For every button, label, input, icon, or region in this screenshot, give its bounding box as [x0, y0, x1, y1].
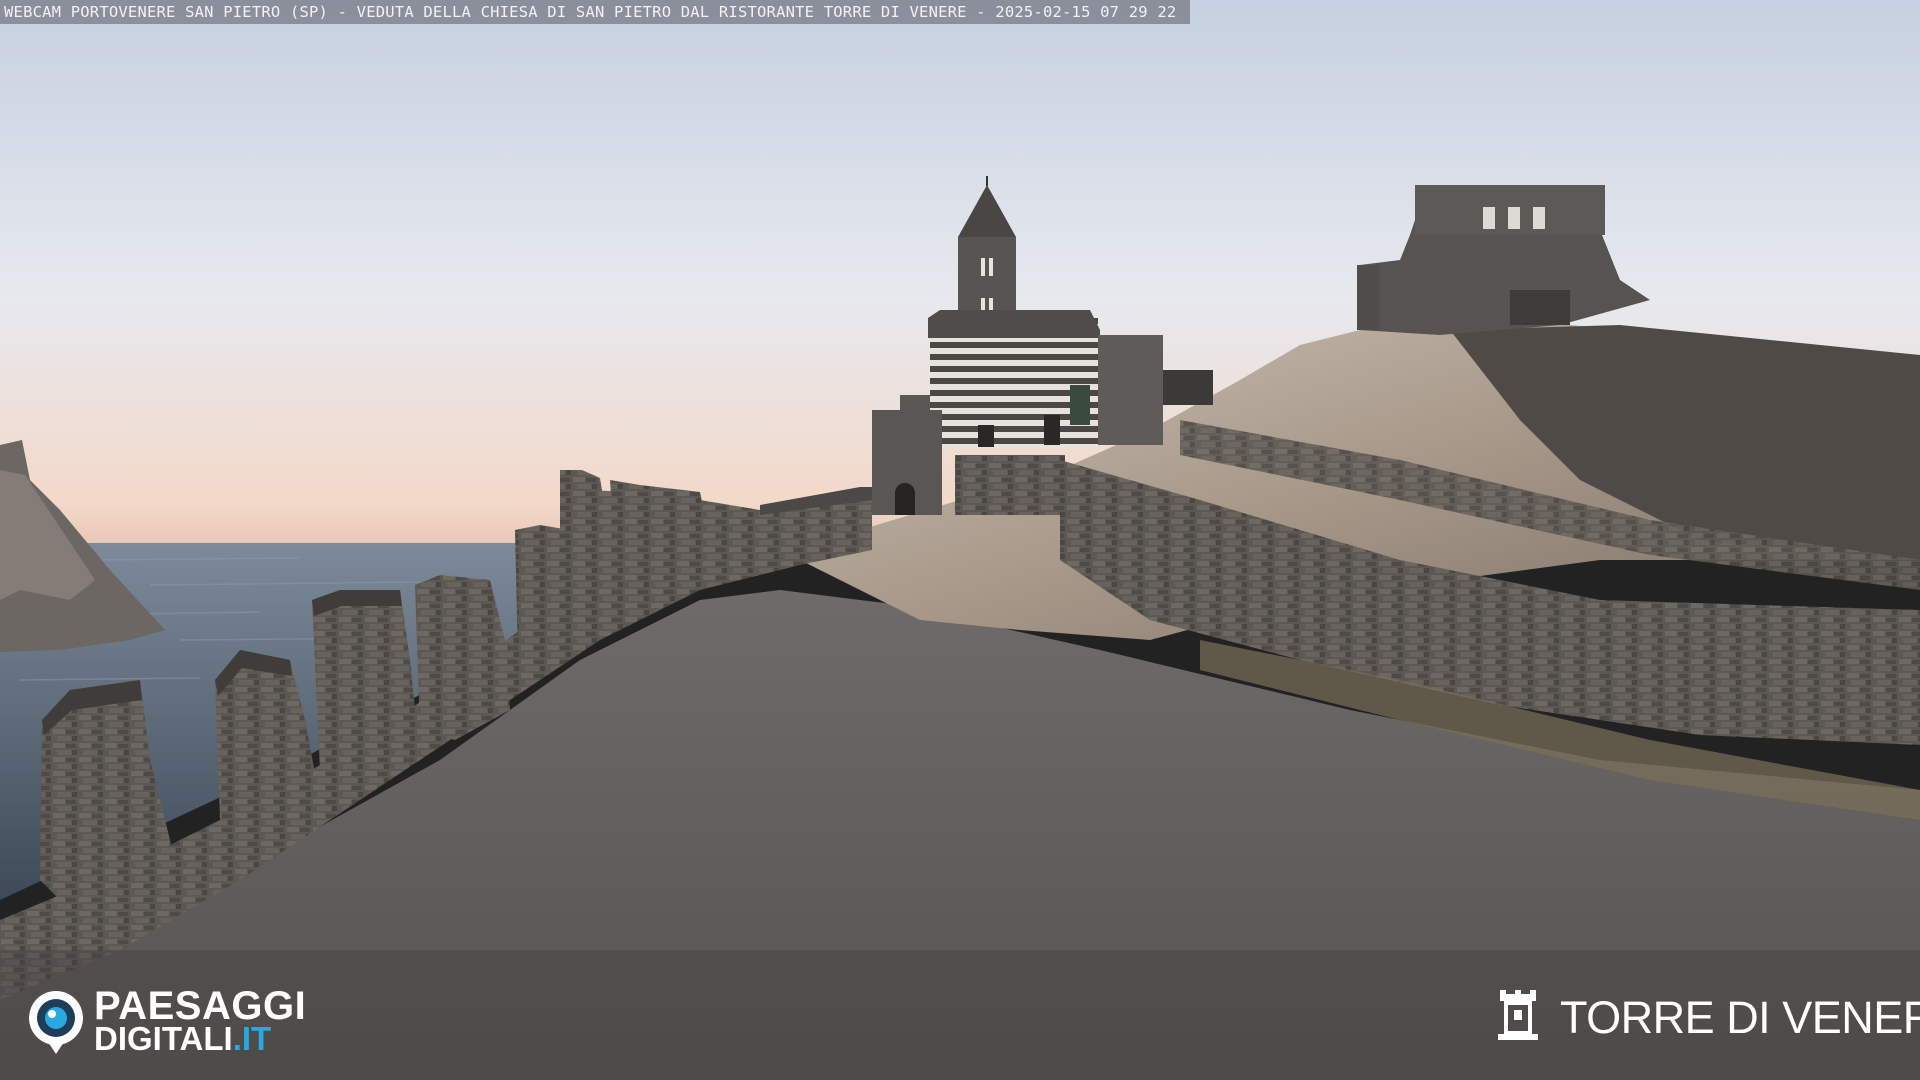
logo-digitali-text: DIGITALI: [94, 1020, 233, 1057]
torre-di-venere-logo: TORRE DI VENERE: [1496, 992, 1920, 1044]
logo-tld-text: .IT: [232, 1020, 272, 1057]
torre-di-venere-title: TORRE DI VENERE: [1560, 992, 1920, 1043]
webcam-scene: [0, 0, 1920, 1080]
paesaggi-digitali-logo: PAESAGGI DIGITALI.IT: [26, 984, 346, 1058]
webcam-caption-bar: WEBCAM PORTOVENERE SAN PIETRO (SP) - VED…: [0, 0, 1191, 24]
logo-line-digitali: DIGITALI.IT: [94, 1020, 271, 1058]
